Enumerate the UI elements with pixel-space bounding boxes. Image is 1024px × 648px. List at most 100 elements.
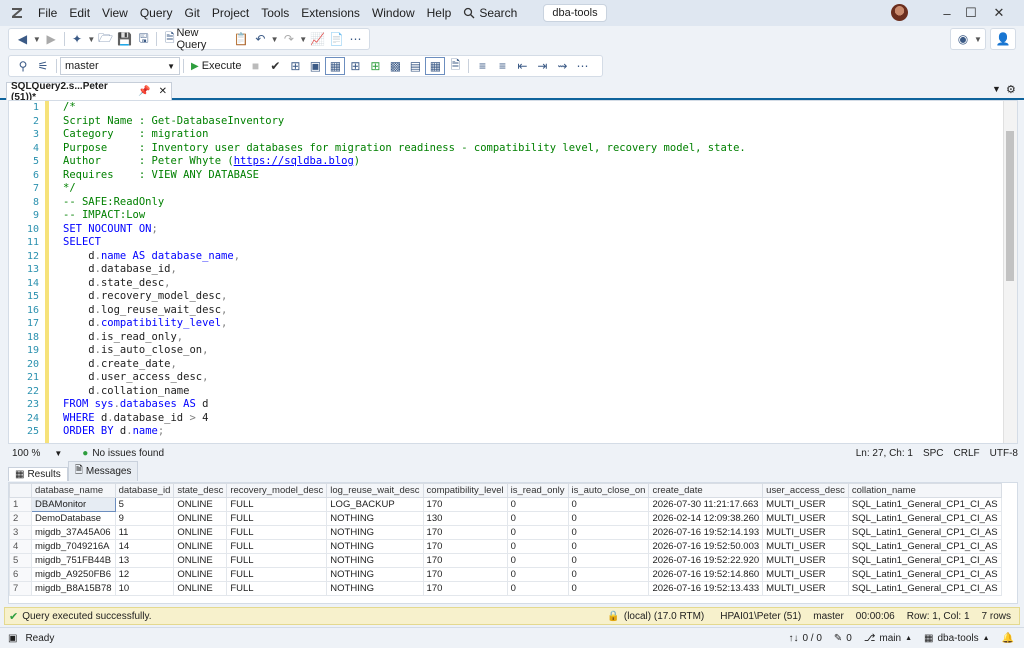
row-number[interactable]: 3 (9, 525, 32, 540)
tab-list-icon[interactable]: ▼ (992, 84, 1001, 94)
table-cell[interactable]: 170 (422, 567, 508, 582)
specify-values-icon[interactable]: ⇝ (552, 57, 572, 75)
table-cell[interactable]: FULL (226, 553, 328, 568)
up-arrow-icon[interactable]: ↑↓ (788, 633, 798, 644)
table-cell[interactable]: 0 (506, 511, 569, 526)
code-editor[interactable]: 1 2 3 4 5 6 7 8 9 10 11 12 13 14 15 16 17 18 19 20 21 22 23 24 2… (8, 100, 1018, 444)
table-cell[interactable]: SQL_Latin1_General_CP1_CI_AS (847, 525, 1002, 540)
decrease-indent-icon[interactable]: ⇤ (512, 57, 532, 75)
code-line[interactable]: d.database_id, (63, 263, 746, 277)
table-cell[interactable]: 170 (422, 497, 508, 512)
repo-name[interactable]: dba-tools (937, 633, 978, 644)
chevron-down-icon[interactable]: ▼ (87, 30, 97, 48)
branch-icon[interactable]: ⎇ (864, 633, 876, 644)
stop-icon[interactable]: ■ (245, 57, 265, 75)
code-lines[interactable]: /* Script Name : Get-DatabaseInventory Cat… (63, 101, 746, 439)
table-row[interactable]: 3 migdb_37A45A06 11 ONLINE FULL NOTHING 170 0 0 2… (9, 525, 1002, 540)
chevron-down-icon[interactable]: ▼ (32, 30, 42, 48)
table-cell[interactable]: SQL_Latin1_General_CP1_CI_AS (847, 553, 1002, 568)
table-cell[interactable]: 0 (567, 511, 650, 526)
table-cell[interactable]: DemoDatabase (31, 511, 116, 526)
table-cell[interactable]: FULL (226, 497, 328, 512)
table-row[interactable]: 2 DemoDatabase 9 ONLINE FULL NOTHING 130 0 0 2026… (9, 511, 1002, 526)
table-row[interactable]: 1 DBAMonitor 5 ONLINE FULL LOG_BACKUP 170 0 0 202… (9, 497, 1002, 512)
code-line[interactable]: d.log_reuse_wait_desc, (63, 304, 746, 318)
table-cell[interactable]: 170 (422, 539, 508, 554)
open-folder-icon[interactable]: 🗁 (96, 30, 115, 48)
row-number[interactable]: 1 (9, 497, 32, 512)
code-token[interactable]: https://sqldba.blog (234, 155, 354, 167)
code-line[interactable]: d.user_access_desc, (63, 371, 746, 385)
code-line[interactable]: d.state_desc, (63, 277, 746, 291)
close-button[interactable]: ✕ (976, 0, 1022, 26)
row-header-corner[interactable] (9, 483, 32, 498)
database-select[interactable]: master ▼ (60, 57, 180, 75)
new-query-button[interactable]: 🗎 New Query (160, 27, 232, 51)
code-line[interactable]: SET NOCOUNT ON; (63, 223, 746, 237)
forward-icon[interactable]: ▶ (42, 30, 61, 48)
code-line[interactable]: d.collation_name (63, 385, 746, 399)
menu-item-edit[interactable]: Edit (63, 0, 96, 26)
activity-monitor-icon[interactable]: 📈 (308, 30, 327, 48)
editor-vertical-scrollbar[interactable] (1003, 101, 1017, 443)
table-cell[interactable]: MULTI_USER (762, 567, 849, 582)
table-cell[interactable]: ONLINE (173, 539, 228, 554)
table-cell[interactable]: NOTHING (326, 553, 424, 568)
table-row[interactable]: 7 migdb_B8A15B78 10 ONLINE FULL NOTHING 170 0 0 2… (9, 581, 1002, 596)
code-line[interactable]: ORDER BY d.name; (63, 425, 746, 439)
menu-item-tools[interactable]: Tools (255, 0, 295, 26)
uncomment-icon[interactable]: ≡ (492, 57, 512, 75)
chevron-down-icon[interactable]: ▼ (298, 30, 308, 48)
table-cell[interactable]: 170 (422, 581, 508, 596)
column-header[interactable]: is_auto_close_on (567, 483, 650, 498)
save-icon[interactable]: 💾 (115, 30, 134, 48)
results-table[interactable]: database_name database_id state_desc recove… (9, 483, 1002, 596)
notifications-icon[interactable]: 🔔 (1002, 633, 1014, 644)
column-header[interactable]: is_read_only (506, 483, 569, 498)
row-number[interactable]: 7 (9, 581, 32, 596)
table-cell[interactable]: SQL_Latin1_General_CP1_CI_AS (847, 511, 1002, 526)
table-cell[interactable]: 2026-07-16 19:52:50.003 (648, 539, 764, 554)
table-cell[interactable]: ONLINE (173, 553, 228, 568)
column-header[interactable]: log_reuse_wait_desc (326, 483, 424, 498)
menu-item-extensions[interactable]: Extensions (295, 0, 366, 26)
pencil-icon[interactable]: ✎ (834, 633, 842, 644)
zoom-level[interactable]: 100 % (12, 448, 40, 459)
pin-icon[interactable]: 📌 (138, 86, 150, 97)
connect-icon[interactable]: ⚲ (13, 57, 33, 75)
table-cell[interactable]: 0 (506, 567, 569, 582)
table-row[interactable]: 5 migdb_751FB44B 13 ONLINE FULL NOTHING 170 0 0 2… (9, 553, 1002, 568)
branch-name[interactable]: main (879, 633, 901, 644)
table-cell[interactable]: SQL_Latin1_General_CP1_CI_AS (847, 497, 1002, 512)
encoding[interactable]: UTF-8 (990, 448, 1018, 459)
tab-messages[interactable]: 🗎 Messages (67, 461, 139, 481)
results-grid[interactable]: database_name database_id state_desc recove… (8, 482, 1018, 604)
new-item-icon[interactable]: ✦ (68, 30, 87, 48)
table-cell[interactable]: ONLINE (173, 567, 228, 582)
table-cell[interactable]: 13 (114, 553, 175, 568)
code-line[interactable]: d.create_date, (63, 358, 746, 372)
code-line[interactable]: d.name AS database_name, (63, 250, 746, 264)
line-ending[interactable]: CRLF (954, 448, 980, 459)
back-icon[interactable]: ◀ (13, 30, 32, 48)
column-header[interactable]: user_access_desc (762, 483, 849, 498)
tab-sqlquery2[interactable]: SQLQuery2.s...Peter (51))* 📌 ✕ (6, 81, 172, 103)
results-text-icon[interactable]: ▤ (405, 57, 425, 75)
table-cell[interactable]: FULL (226, 567, 328, 582)
table-cell[interactable]: MULTI_USER (762, 581, 849, 596)
more-icon[interactable]: ⋯ (572, 57, 592, 75)
table-cell[interactable]: SQL_Latin1_General_CP1_CI_AS (847, 539, 1002, 554)
table-cell[interactable]: NOTHING (326, 581, 424, 596)
table-cell[interactable]: migdb_B8A15B78 (31, 581, 116, 596)
table-cell[interactable]: 14 (114, 539, 175, 554)
chevron-down-icon[interactable]: ▲ (983, 635, 990, 642)
table-cell[interactable]: 170 (422, 553, 508, 568)
cursor-position[interactable]: Ln: 27, Ch: 1 (856, 448, 913, 459)
row-number[interactable]: 5 (9, 553, 32, 568)
intellisense-icon[interactable]: ▦ (325, 57, 346, 75)
table-cell[interactable]: 130 (422, 511, 508, 526)
table-cell[interactable]: 0 (506, 553, 569, 568)
query-designer-icon[interactable]: ▣ (305, 57, 325, 75)
table-cell[interactable]: 0 (567, 581, 650, 596)
table-row[interactable]: 6 migdb_A9250FB6 12 ONLINE FULL NOTHING 170 0 0 2… (9, 567, 1002, 582)
